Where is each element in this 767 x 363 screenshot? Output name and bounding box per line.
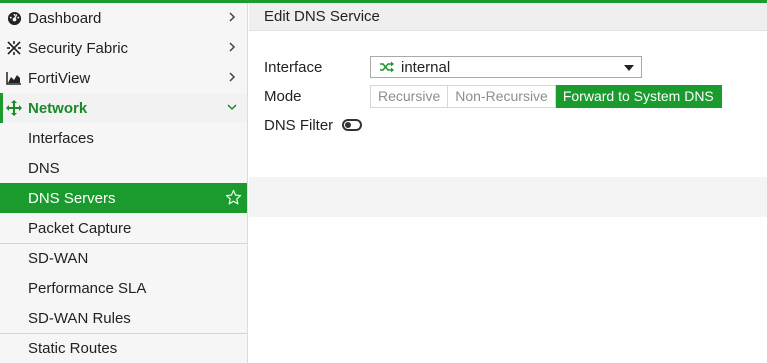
interface-row: Interface internal (264, 55, 642, 79)
sidebar-item-performance-sla[interactable]: Performance SLA (0, 273, 247, 303)
toggle-knob (345, 122, 352, 128)
fortiview-icon (6, 70, 22, 86)
security-fabric-icon (6, 40, 22, 56)
mode-row: Mode Recursive Non-Recursive Forward to … (264, 84, 722, 108)
sidebar: Dashboard Security Fabric FortiView Netw… (0, 3, 248, 363)
sidebar-item-label: FortiView (28, 69, 91, 87)
sidebar-item-interfaces[interactable]: Interfaces (0, 123, 247, 153)
sidebar-item-label: Static Routes (28, 340, 118, 357)
dns-filter-row: DNS Filter (264, 113, 363, 137)
sidebar-item-sd-wan[interactable]: SD-WAN (0, 243, 247, 273)
sidebar-item-label: Interfaces (28, 129, 94, 147)
sidebar-item-label: Security Fabric (28, 39, 129, 57)
sidebar-item-label: Network (28, 99, 88, 117)
sidebar-item-dns[interactable]: DNS (0, 153, 247, 183)
sidebar-item-dns-servers[interactable]: DNS Servers (0, 183, 247, 213)
dns-filter-toggle[interactable] (342, 119, 363, 131)
sidebar-item-label: Dashboard (28, 9, 102, 27)
dashboard-icon (6, 10, 22, 26)
sidebar-item-security-fabric[interactable]: Security Fabric (0, 33, 247, 63)
chevron-right-icon (229, 42, 236, 52)
mode-option-non-recursive[interactable]: Non-Recursive (448, 84, 556, 108)
dns-filter-label: DNS Filter (264, 116, 334, 134)
mode-option-forward-to-system-dns[interactable]: Forward to System DNS (555, 84, 722, 108)
interface-label: Interface (264, 58, 323, 76)
interface-shuffle-icon (380, 61, 394, 73)
form-footer-band (249, 177, 767, 217)
sidebar-item-label: SD-WAN (28, 250, 89, 267)
chevron-right-icon (229, 72, 236, 82)
chevron-right-icon (229, 12, 236, 22)
interface-select-value: internal (401, 58, 451, 76)
sidebar-item-sd-wan-rules[interactable]: SD-WAN Rules (0, 303, 247, 333)
sidebar-item-packet-capture[interactable]: Packet Capture (0, 213, 247, 243)
sidebar-item-label: Performance SLA (28, 279, 147, 297)
sidebar-item-fortiview[interactable]: FortiView (0, 63, 247, 93)
network-icon (6, 100, 22, 116)
interface-select[interactable]: internal (370, 56, 642, 78)
main-panel: Edit DNS Service Interface internal Mode… (249, 3, 767, 363)
chevron-down-icon (227, 104, 237, 111)
page-title: Edit DNS Service (249, 3, 767, 31)
sidebar-item-label: DNS (28, 159, 60, 177)
sidebar-item-static-routes[interactable]: Static Routes (0, 333, 247, 363)
caret-down-icon (624, 65, 634, 71)
mode-option-recursive[interactable]: Recursive (370, 84, 449, 108)
sidebar-item-label: DNS Servers (28, 189, 116, 207)
sidebar-item-label: SD-WAN Rules (28, 309, 131, 327)
sidebar-item-network[interactable]: Network (0, 93, 247, 123)
mode-segmented-control: Recursive Non-Recursive Forward to Syste… (370, 84, 722, 108)
sidebar-item-dashboard[interactable]: Dashboard (0, 3, 247, 33)
sidebar-item-label: Packet Capture (28, 219, 132, 237)
mode-label: Mode (264, 87, 302, 105)
star-icon[interactable] (225, 189, 242, 206)
